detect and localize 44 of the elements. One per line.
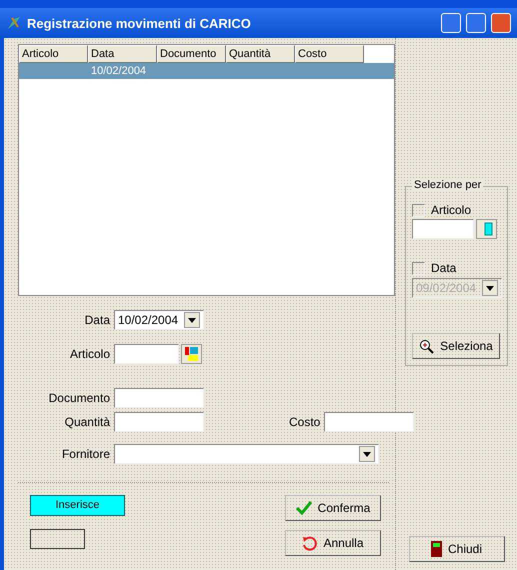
confirm-button[interactable]: Conferma <box>285 495 381 521</box>
close-button[interactable] <box>491 13 511 33</box>
input-field[interactable] <box>114 344 179 364</box>
table-cell-text: 10/02/2004 <box>90 64 148 79</box>
input-field[interactable] <box>114 388 204 408</box>
app-icon <box>6 15 22 31</box>
field-label: Quantità <box>64 415 110 429</box>
column-header[interactable]: Documento <box>157 45 226 63</box>
column-header[interactable]: Quantità <box>226 45 295 63</box>
checkbox-label: Articolo <box>431 203 472 217</box>
field-label: Costo <box>289 415 320 429</box>
select-button[interactable]: Seleziona <box>412 333 500 359</box>
status-box <box>30 529 85 549</box>
dropdown-arrow-icon <box>363 452 371 456</box>
dropdown-arrow-icon <box>486 286 494 290</box>
group-title: Selezione per <box>412 179 484 191</box>
date-picker[interactable]: 10/02/2004 <box>114 310 204 330</box>
zoom-in-icon <box>419 338 434 354</box>
lookup-button[interactable] <box>476 219 497 239</box>
input-field[interactable] <box>412 219 474 239</box>
lookup-button[interactable] <box>181 344 202 364</box>
input-field[interactable] <box>324 412 414 432</box>
maximize-button[interactable] <box>466 13 486 33</box>
close-window-button[interactable]: Chiudi <box>408 536 504 562</box>
column-header[interactable]: Costo <box>295 45 364 63</box>
minimize-button[interactable] <box>441 13 461 33</box>
cancel-button[interactable]: Annulla <box>285 530 381 556</box>
dropdown-field[interactable] <box>114 444 379 464</box>
checkmark-icon <box>296 501 312 515</box>
column-header[interactable]: Articolo <box>19 45 88 63</box>
field-label: Documento <box>48 391 110 405</box>
field-label: Fornitore <box>60 447 110 461</box>
checkbox[interactable] <box>412 204 425 216</box>
field-label: Articolo <box>68 347 110 361</box>
door-icon <box>430 541 442 557</box>
dropdown-arrow-icon <box>188 318 196 322</box>
field-label: Data <box>84 313 110 327</box>
input-field[interactable] <box>114 412 204 432</box>
mode-badge: Inserisce <box>30 495 125 516</box>
lookup-icon <box>184 346 198 362</box>
column-header[interactable]: Data <box>88 45 157 63</box>
undo-icon <box>302 536 318 550</box>
window-title: Registrazione movimenti di CARICO <box>27 16 252 30</box>
checkbox-label: Data <box>431 261 456 275</box>
